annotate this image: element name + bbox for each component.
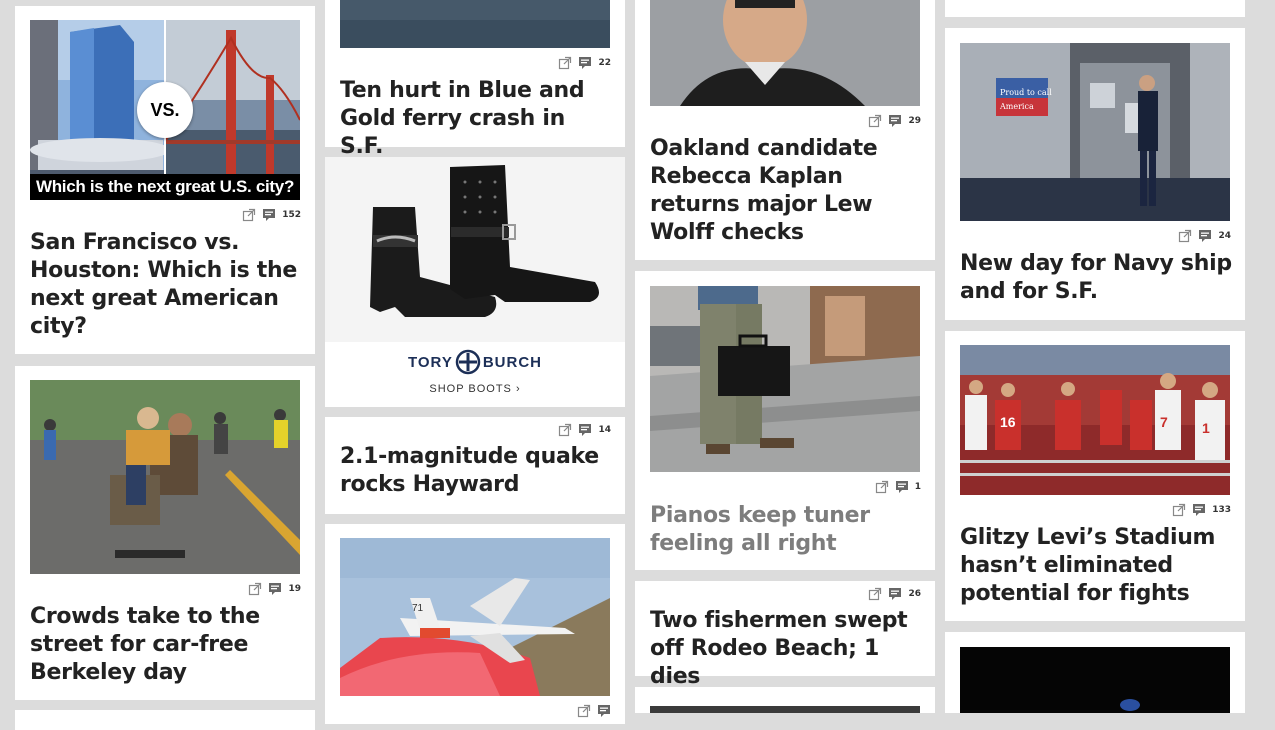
story-image-partial[interactable] xyxy=(960,647,1230,713)
comment-icon[interactable] xyxy=(597,704,611,718)
story-headline[interactable]: San Francisco vs. Houston: Which is the … xyxy=(30,229,303,341)
story-card-fishermen[interactable]: 26 Two fishermen swept off Rodeo Beach; … xyxy=(635,581,935,689)
comment-count[interactable]: 14 xyxy=(598,425,611,435)
vs-badge: VS. xyxy=(137,82,193,138)
comment-count[interactable]: 152 xyxy=(282,210,301,220)
story-card-quake[interactable]: 14 2.1-magnitude quake rocks Hayward xyxy=(325,417,625,514)
story-meta: 133 xyxy=(1172,503,1231,517)
story-image-kaplan[interactable] xyxy=(650,0,920,106)
story-meta: 14 xyxy=(558,423,611,437)
story-card-navy-ship[interactable]: Proud to call America 24 New day for Nav… xyxy=(945,28,1245,320)
comment-icon[interactable] xyxy=(578,423,592,437)
comment-count[interactable]: 29 xyxy=(908,116,921,126)
story-headline[interactable]: Glitzy Levi’s Stadium hasn’t eliminated … xyxy=(960,524,1233,608)
comment-icon[interactable] xyxy=(1192,503,1206,517)
external-link-icon[interactable] xyxy=(248,582,262,596)
external-link-icon[interactable] xyxy=(558,56,572,70)
svg-text:16: 16 xyxy=(1000,414,1016,430)
story-meta: 1 xyxy=(875,480,921,494)
story-meta: 152 xyxy=(242,208,301,222)
external-link-icon[interactable] xyxy=(577,704,591,718)
story-card-berkeley[interactable]: 19 Crowds take to the street for car-fre… xyxy=(15,366,315,700)
story-meta: 26 xyxy=(868,587,921,601)
ad-tory-burch[interactable]: TORY BURCH SHOP BOOTS › xyxy=(325,157,625,407)
comment-icon[interactable] xyxy=(578,56,592,70)
story-meta xyxy=(577,704,611,718)
comment-count[interactable]: 133 xyxy=(1212,505,1231,515)
story-headline[interactable]: 2.1-magnitude quake rocks Hayward xyxy=(340,443,613,499)
story-image-levis-stadium[interactable]: 16 7 1 xyxy=(960,345,1230,495)
comment-icon[interactable] xyxy=(268,582,282,596)
comment-count[interactable]: 24 xyxy=(1218,231,1231,241)
story-card-ferry-crash[interactable]: 22 Ten hurt in Blue and Gold ferry crash… xyxy=(325,0,625,159)
story-image-sf-vs-houston[interactable]: VS. Which is the next great U.S. city? xyxy=(30,20,300,200)
tory-burch-emblem-icon xyxy=(455,349,481,375)
ad-brand-right: BURCH xyxy=(482,353,542,371)
story-card-partial-col3[interactable] xyxy=(635,687,935,713)
comment-count[interactable]: 26 xyxy=(908,589,921,599)
story-card-kaplan[interactable]: 29 Oakland candidate Rebecca Kaplan retu… xyxy=(635,0,935,260)
story-card-sf-vs-houston[interactable]: VS. Which is the next great U.S. city? 1… xyxy=(15,6,315,354)
svg-text:1: 1 xyxy=(1202,420,1210,436)
story-headline[interactable]: Ten hurt in Blue and Gold ferry crash in… xyxy=(340,77,613,161)
comment-count[interactable]: 1 xyxy=(915,482,921,492)
story-meta: 29 xyxy=(868,114,921,128)
story-image-ferry[interactable] xyxy=(340,0,610,48)
comment-count[interactable]: 19 xyxy=(288,584,301,594)
story-image-plane[interactable]: 71 xyxy=(340,538,610,696)
svg-text:America: America xyxy=(999,102,1034,111)
story-image-berkeley[interactable] xyxy=(30,380,300,574)
external-link-icon[interactable] xyxy=(1178,229,1192,243)
comment-icon[interactable] xyxy=(1198,229,1212,243)
story-card-firefighting-plane[interactable]: 71 xyxy=(325,524,625,724)
ad-brand-left: TORY xyxy=(407,353,453,371)
comment-icon[interactable] xyxy=(888,114,902,128)
svg-text:7: 7 xyxy=(1160,414,1168,430)
story-card-partial-top[interactable] xyxy=(945,0,1245,17)
story-headline[interactable]: Oakland candidate Rebecca Kaplan returns… xyxy=(650,135,923,247)
image-caption-overlay: Which is the next great U.S. city? xyxy=(30,174,300,200)
svg-text:71: 71 xyxy=(412,603,424,614)
external-link-icon[interactable] xyxy=(875,480,889,494)
story-card-levis-stadium[interactable]: 16 7 1 133 Glitzy Levi’s Stadium hasn’t … xyxy=(945,331,1245,621)
external-link-icon[interactable] xyxy=(242,208,256,222)
ad-shop-boots-link[interactable]: SHOP BOOTS › xyxy=(325,383,625,395)
comment-icon[interactable] xyxy=(888,587,902,601)
external-link-icon[interactable] xyxy=(868,587,882,601)
comment-count[interactable]: 22 xyxy=(598,58,611,68)
story-headline[interactable]: Pianos keep tuner feeling all right xyxy=(650,502,923,558)
external-link-icon[interactable] xyxy=(558,423,572,437)
story-headline[interactable]: Two fishermen swept off Rodeo Beach; 1 d… xyxy=(650,607,923,691)
external-link-icon[interactable] xyxy=(1172,503,1186,517)
ad-brand-logo[interactable]: TORY BURCH xyxy=(325,349,625,375)
external-link-icon[interactable] xyxy=(868,114,882,128)
story-image-navy-ship[interactable]: Proud to call America xyxy=(960,43,1230,221)
story-card-partial-col4[interactable] xyxy=(945,632,1245,713)
comment-icon[interactable] xyxy=(262,208,276,222)
story-meta: 19 xyxy=(248,582,301,596)
story-image-partial[interactable] xyxy=(650,702,920,713)
story-card-partial[interactable] xyxy=(15,710,315,730)
comment-icon[interactable] xyxy=(895,480,909,494)
story-meta: 24 xyxy=(1178,229,1231,243)
story-headline[interactable]: Crowds take to the street for car-free B… xyxy=(30,603,303,687)
ad-boots-image[interactable] xyxy=(325,157,625,342)
story-meta: 22 xyxy=(558,56,611,70)
navy-sign-text: Proud to call xyxy=(1000,88,1052,97)
story-card-pianos[interactable]: 1 Pianos keep tuner feeling all right xyxy=(635,271,935,570)
story-image-piano-tuner[interactable] xyxy=(650,286,920,472)
story-headline[interactable]: New day for Navy ship and for S.F. xyxy=(960,250,1233,306)
